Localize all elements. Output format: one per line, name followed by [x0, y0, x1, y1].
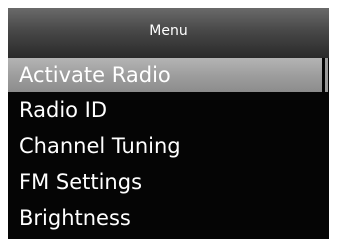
menu-item-activate-radio[interactable]: Activate Radio: [8, 58, 322, 92]
menu-item-fm-settings[interactable]: FM Settings: [8, 164, 329, 200]
menu-item-channel-tuning[interactable]: Channel Tuning: [8, 128, 329, 164]
menu-scrollbar-thumb[interactable]: [325, 58, 328, 92]
menu-list: Activate Radio Radio ID Channel Tuning F…: [8, 58, 329, 236]
menu-item-brightness[interactable]: Brightness: [8, 200, 329, 236]
menu-item-radio-id[interactable]: Radio ID: [8, 92, 329, 128]
menu-scrollbar[interactable]: [325, 58, 329, 239]
menu-title-bar: Menu: [8, 8, 329, 58]
device-screen: Menu Activate Radio Radio ID Channel Tun…: [8, 8, 329, 239]
menu-title: Menu: [149, 23, 188, 39]
